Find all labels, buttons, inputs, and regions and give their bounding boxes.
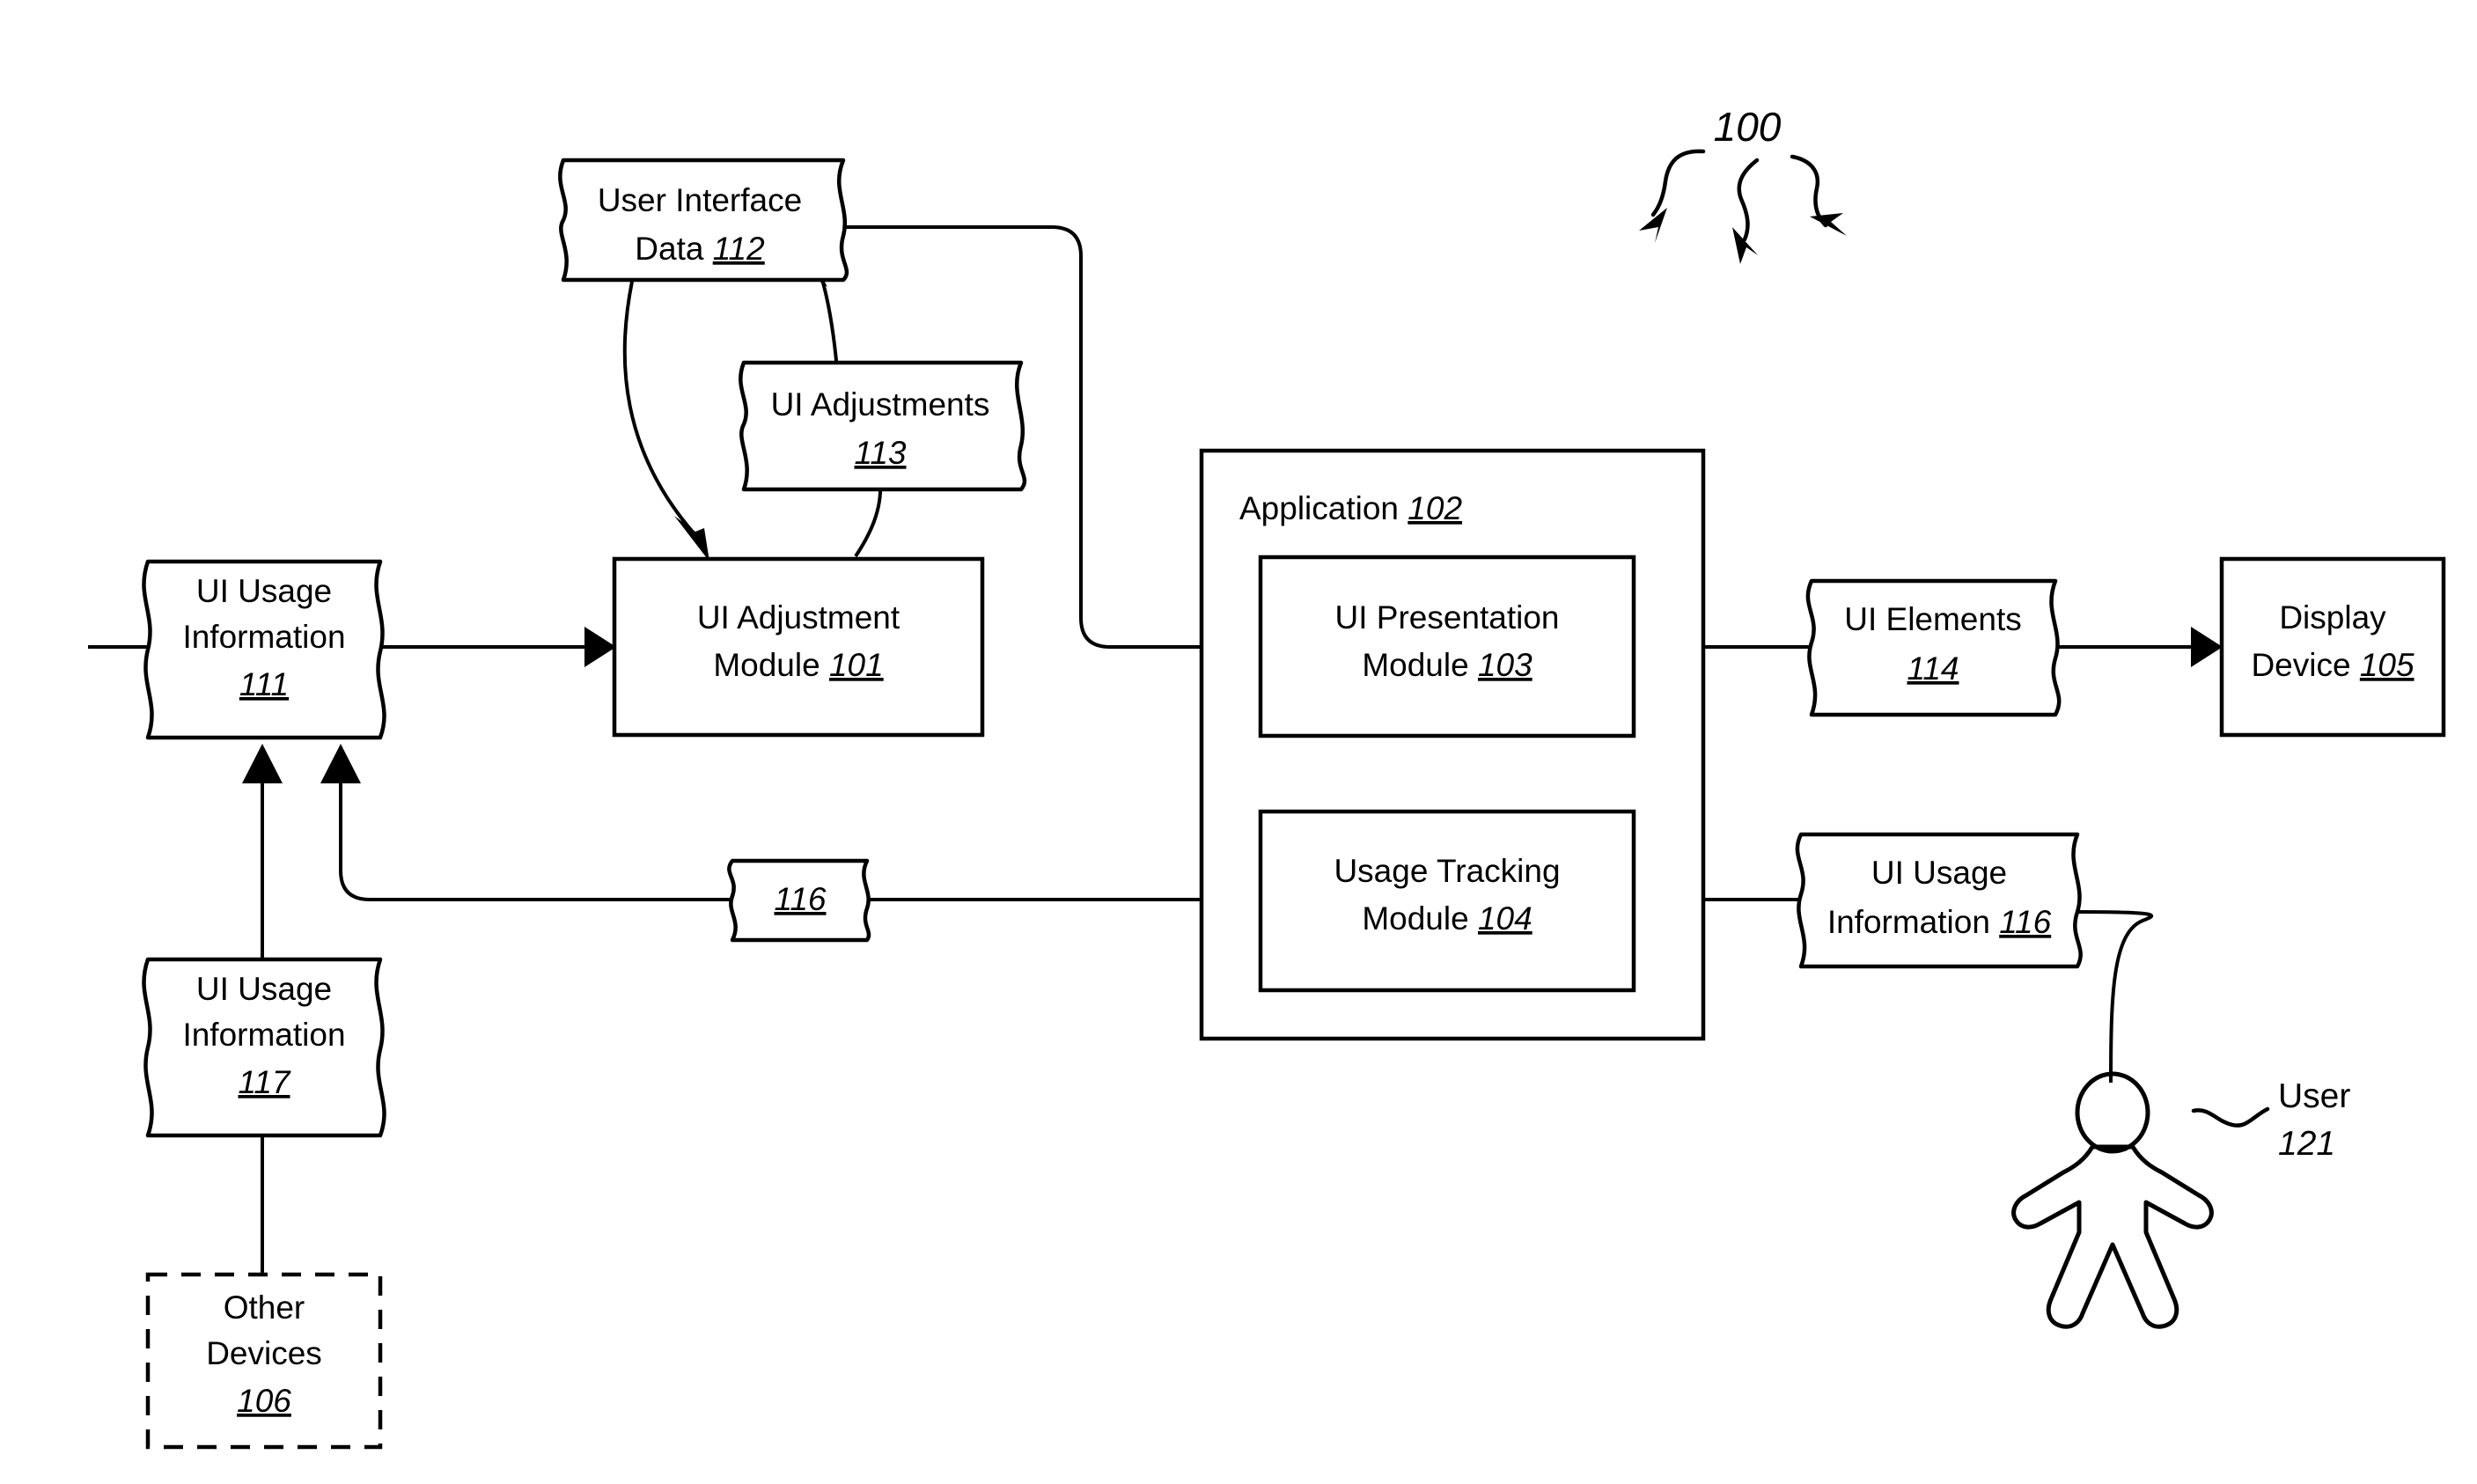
node-103-line-1: UI Presentation [1334, 599, 1559, 635]
node-112-line-2: Data 112 [635, 231, 765, 267]
node-112-line-1: User Interface [598, 182, 802, 218]
node-ui-adjustment-module-101[interactable]: UI Adjustment Module 101 [612, 556, 985, 738]
node-111-ref: 111 [239, 666, 289, 702]
node-103-line-2-text: Module [1362, 647, 1478, 683]
user-head-icon [2075, 1071, 2150, 1154]
figure-pointer-left-icon [1650, 149, 1706, 217]
figure-pointer-right-icon [1790, 154, 1828, 228]
user-leader-squiggle-icon [2191, 1106, 2270, 1128]
user-ref: 121 [2278, 1125, 2335, 1163]
node-116-right-line-2: Information 116 [1827, 904, 2052, 940]
node-114-line-1: UI Elements [1844, 601, 2022, 637]
node-117-line-2: Information [182, 1017, 345, 1053]
node-105-line-2-text: Device [2251, 647, 2359, 683]
node-106-ref: 106 [237, 1383, 291, 1419]
node-114-ref: 114 [1907, 650, 1959, 687]
node-106-line-1: Other [224, 1289, 305, 1326]
figure-number-group: 100 [1639, 104, 1847, 264]
user-label: User [2278, 1077, 2350, 1115]
node-117-line-1: UI Usage [196, 971, 332, 1007]
node-111-line-1: UI Usage [196, 573, 332, 609]
node-ui-usage-information-111[interactable]: UI Usage Information 111 [142, 559, 386, 740]
node-104-line-2: Module 104 [1362, 900, 1532, 937]
node-104-line-2-text: Module [1362, 900, 1478, 937]
user-body-icon [2011, 1144, 2214, 1329]
node-101-ref: 101 [829, 647, 884, 683]
connectors [88, 225, 2270, 1276]
figure-pointer-center-icon [1737, 158, 1760, 242]
connector-adjustments-to-module-top [854, 481, 883, 558]
node-ui-presentation-module-103[interactable]: UI Presentation Module 103 [1258, 555, 1636, 738]
arrowhead-into-usage111-from-116 [320, 744, 361, 783]
node-103-ref: 103 [1478, 647, 1533, 683]
node-112-ref: 112 [713, 231, 765, 267]
node-116-right-ref: 116 [1999, 904, 2051, 940]
figure-pointer-right-head-icon [1810, 213, 1847, 236]
node-113-ref: 113 [855, 435, 907, 471]
node-user-interface-data-112[interactable]: User Interface Data 112 [558, 158, 849, 283]
node-101-line-2-text: Module [713, 647, 829, 683]
node-105-line-1: Display [2279, 599, 2386, 635]
node-ui-elements-114[interactable]: UI Elements 114 [1805, 578, 2062, 717]
node-103-line-2: Module 103 [1362, 647, 1533, 683]
node-117-ref: 117 [239, 1064, 291, 1100]
node-usage-tracking-module-104[interactable]: Usage Tracking Module 104 [1258, 809, 1636, 993]
node-ui-usage-information-116-right[interactable]: UI Usage Information 116 [1795, 832, 2083, 969]
connector-user-to-usage116 [2076, 910, 2154, 1084]
node-113-line-1: UI Adjustments [771, 386, 990, 422]
node-105-line-2: Device 105 [2251, 647, 2415, 683]
node-102-ref: 102 [1408, 490, 1462, 526]
node-101-line-1: UI Adjustment [697, 599, 900, 635]
node-102-label: Application 102 [1239, 490, 1462, 526]
arrowhead-into-adjustment-module [584, 627, 616, 667]
node-105-ref: 105 [2360, 647, 2415, 683]
figure-canvas: 100 UI Usage Information 111 UI Usage In… [88, 104, 2446, 1450]
node-user-121[interactable]: User 121 [2011, 1071, 2351, 1329]
node-111-line-2: Information [182, 619, 345, 655]
arrowhead-into-adjustment-module-left [674, 516, 709, 562]
node-104-ref: 104 [1478, 900, 1533, 937]
node-106-line-2: Devices [206, 1335, 322, 1371]
figure-number-label: 100 [1714, 104, 1782, 150]
node-116-mid-ref: 116 [775, 881, 827, 917]
node-104-line-1: Usage Tracking [1334, 853, 1560, 889]
node-116-right-line-1: UI Usage [1871, 855, 2007, 891]
node-ui-usage-information-117[interactable]: UI Usage Information 117 [142, 957, 386, 1138]
arrowhead-into-display-device [2191, 627, 2223, 667]
node-112-line-2-text: Data [635, 231, 712, 267]
node-101-line-2: Module 101 [713, 647, 883, 683]
node-116-right-line-2-text: Information [1827, 904, 1999, 940]
patent-figure-diagram: 100 UI Usage Information 111 UI Usage In… [0, 0, 2477, 1484]
connector-ui-data-to-adjustment-module [622, 281, 697, 537]
node-ui-usage-information-116-mid[interactable]: 116 [727, 858, 871, 943]
node-ui-adjustments-113[interactable]: UI Adjustments 113 [739, 360, 1027, 492]
node-other-devices-106[interactable]: Other Devices 106 [145, 1272, 383, 1450]
node-102-label-text: Application [1239, 490, 1408, 526]
node-display-device-105[interactable]: Display Device 105 [2219, 556, 2446, 738]
arrowhead-into-usage111-from-117 [242, 744, 283, 783]
